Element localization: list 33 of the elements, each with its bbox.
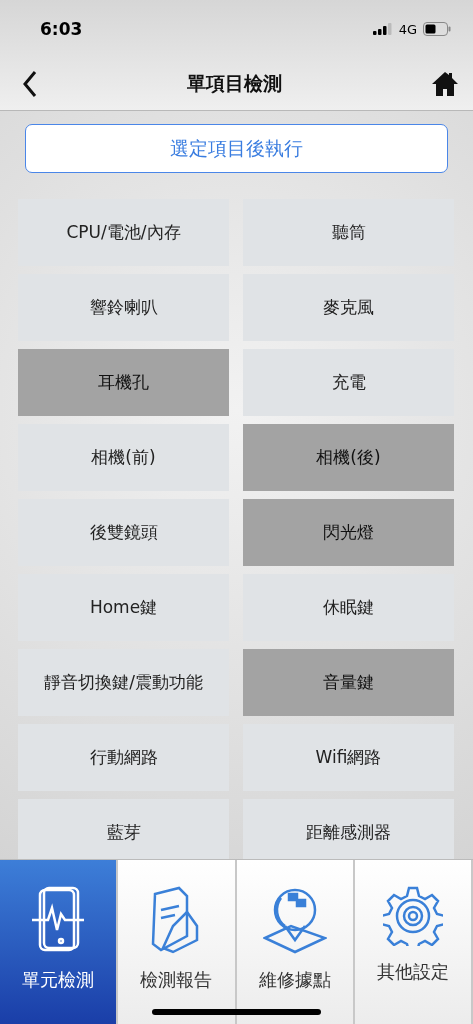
test-item[interactable]: 響鈴喇叭	[18, 274, 229, 341]
network-type: 4G	[398, 21, 417, 37]
signal-icon	[372, 23, 393, 35]
test-item[interactable]: 音量鍵	[243, 649, 454, 716]
tab-item[interactable]: 其他設定	[354, 860, 473, 1024]
status-time: 6:03	[40, 19, 83, 39]
test-item[interactable]: 行動網路	[18, 724, 229, 791]
test-item[interactable]: 相機(前)	[18, 424, 229, 491]
test-item[interactable]: 聽筒	[243, 199, 454, 266]
test-item[interactable]: 充電	[243, 349, 454, 416]
home-button[interactable]	[431, 71, 459, 97]
test-item[interactable]: 耳機孔	[18, 349, 229, 416]
test-item[interactable]: 閃光燈	[243, 499, 454, 566]
settings-icon	[382, 886, 443, 946]
phone-pulse-icon	[32, 886, 85, 954]
test-item[interactable]: Home鍵	[18, 574, 229, 641]
tab-item[interactable]: 維修據點	[236, 860, 355, 1024]
test-item[interactable]: 藍芽	[18, 799, 229, 859]
test-item[interactable]: 靜音切換鍵/震動功能	[18, 649, 229, 716]
test-item[interactable]: CPU/電池/內存	[18, 199, 229, 266]
back-button[interactable]	[22, 70, 38, 98]
test-item[interactable]: 麥克風	[243, 274, 454, 341]
tab-item[interactable]: 檢測報告	[118, 860, 237, 1024]
globe-pin-icon	[262, 886, 327, 954]
tab-item[interactable]: 單元檢測	[0, 860, 119, 1024]
battery-icon	[423, 22, 451, 36]
test-item[interactable]: 距離感測器	[243, 799, 454, 859]
run-button[interactable]: 選定項目後執行	[25, 124, 448, 173]
test-item[interactable]: 相機(後)	[243, 424, 454, 491]
test-item[interactable]: 休眠鍵	[243, 574, 454, 641]
page-title: 單項目檢測	[187, 71, 282, 96]
test-item[interactable]: Wifi網路	[243, 724, 454, 791]
test-item[interactable]: 後雙鏡頭	[18, 499, 229, 566]
